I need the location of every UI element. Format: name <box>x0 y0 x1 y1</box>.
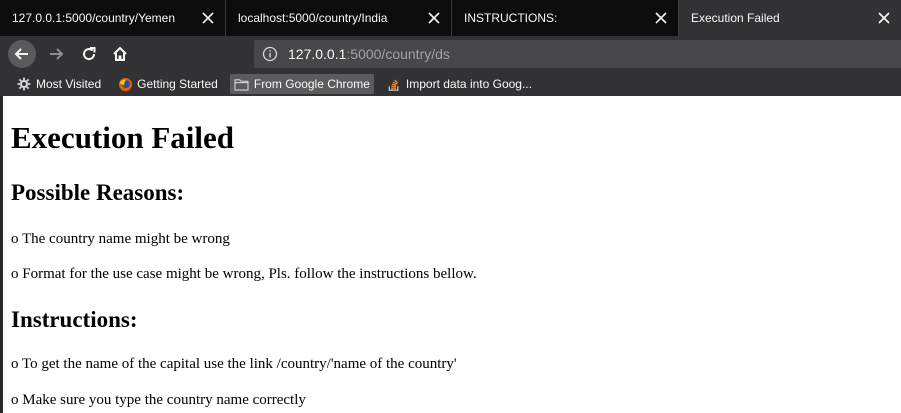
forward-arrow-icon <box>50 48 64 60</box>
close-tab-icon[interactable] <box>877 11 891 25</box>
tab-title: Execution Failed <box>691 11 780 25</box>
home-icon <box>113 46 127 61</box>
gear-icon <box>16 76 32 92</box>
bookmark-folder-from-google-chrome[interactable]: From Google Chrome <box>229 74 374 94</box>
tab-execution-failed[interactable]: Execution Failed <box>679 0 901 36</box>
folder-icon <box>234 76 250 92</box>
tab-strip: 127.0.0.1:5000/country/Yemen localhost:5… <box>0 0 901 36</box>
bookmark-label: Most Visited <box>36 77 102 91</box>
reason-item: o The country name might be wrong <box>11 231 230 247</box>
home-button[interactable] <box>106 40 134 68</box>
bookmark-label: Import data into Goog... <box>405 77 532 91</box>
back-arrow-icon <box>14 48 28 60</box>
tab-title: localhost:5000/country/India <box>238 11 388 25</box>
back-button[interactable] <box>8 40 36 68</box>
url-host: 127.0.0.1 <box>288 46 347 62</box>
bookmarks-toolbar: Most Visited Getting Started From Google… <box>0 72 901 96</box>
reason-item: o Format for the use case might be wrong… <box>11 266 477 282</box>
window-edge <box>0 96 3 413</box>
url-path: :5000/country/ds <box>346 46 450 62</box>
address-bar[interactable]: 127.0.0.1:5000/country/ds <box>254 40 901 68</box>
url-text: 127.0.0.1:5000/country/ds <box>288 46 450 62</box>
instruction-item: o To get the name of the capital use the… <box>11 356 457 372</box>
reload-icon <box>83 47 96 61</box>
navigation-toolbar: 127.0.0.1:5000/country/ds <box>0 36 901 72</box>
bookmark-most-visited[interactable]: Most Visited <box>12 74 105 94</box>
tab-title: INSTRUCTIONS: <box>464 11 558 25</box>
tab-india[interactable]: localhost:5000/country/India <box>226 0 452 36</box>
reasons-heading: Possible Reasons: <box>11 180 185 205</box>
forward-button[interactable] <box>42 40 70 68</box>
close-tab-icon[interactable] <box>201 11 215 25</box>
stackoverflow-icon <box>386 76 402 92</box>
instruction-item: o Make sure you type the country name co… <box>11 392 306 408</box>
bookmark-label: Getting Started <box>137 77 218 91</box>
close-tab-icon[interactable] <box>427 11 441 25</box>
firefox-icon <box>117 76 133 92</box>
tab-title: 127.0.0.1:5000/country/Yemen <box>12 11 176 25</box>
tab-yemen[interactable]: 127.0.0.1:5000/country/Yemen <box>0 0 226 36</box>
info-icon[interactable] <box>262 46 278 62</box>
page-content: Execution Failed Possible Reasons: o The… <box>0 96 901 413</box>
tab-instructions[interactable]: INSTRUCTIONS: <box>452 0 679 36</box>
bookmark-import-data[interactable]: Import data into Goog... <box>382 74 536 94</box>
instructions-heading: Instructions: <box>11 307 138 332</box>
reload-button[interactable] <box>75 40 103 68</box>
bookmark-getting-started[interactable]: Getting Started <box>113 74 222 94</box>
page-title: Execution Failed <box>11 120 235 155</box>
close-tab-icon[interactable] <box>654 11 668 25</box>
bookmark-label: From Google Chrome <box>253 77 370 91</box>
